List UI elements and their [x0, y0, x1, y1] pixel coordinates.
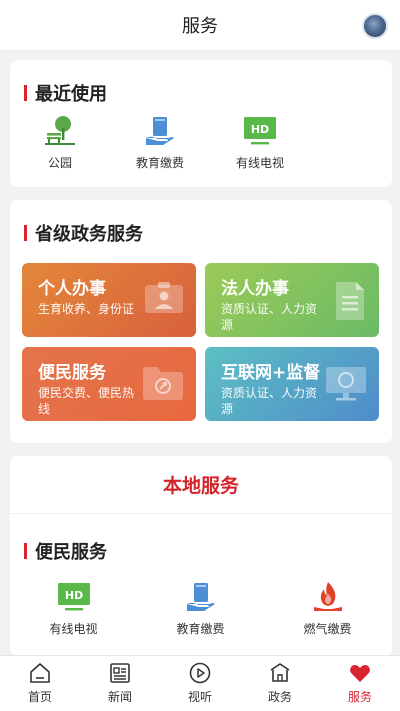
- tile-subtitle: 资质认证、人力资源: [221, 302, 318, 332]
- recent-item-tv[interactable]: HD 有线电视: [210, 114, 310, 171]
- tab-media[interactable]: 视听: [160, 656, 240, 711]
- local-section-title: 便民服务: [35, 542, 107, 563]
- recent-list: 公园 教育缴费 HD 有线电视: [10, 114, 310, 171]
- local-list: HD 有线电视 教育缴费 燃气缴费: [10, 580, 392, 637]
- id-card-icon: [145, 282, 183, 313]
- section-marker: [24, 543, 27, 559]
- local-services-title: 本地服务: [10, 456, 392, 514]
- local-card: 本地服务 便民服务 HD 有线电视 教育缴费 燃气缴费: [10, 456, 392, 656]
- avatar[interactable]: [362, 13, 388, 39]
- top-bar: 服务: [0, 0, 400, 50]
- tab-services[interactable]: 服务: [320, 656, 400, 711]
- book-hand-icon: [146, 117, 174, 145]
- provincial-title: 省级政务服务: [35, 224, 143, 245]
- local-item-label: 燃气缴费: [303, 622, 352, 636]
- section-marker: [24, 225, 27, 241]
- local-item-tv[interactable]: HD 有线电视: [10, 580, 137, 637]
- recent-item-label: 有线电视: [235, 156, 284, 170]
- recent-card: 最近使用 公园 教育缴费 HD 有线电视: [10, 60, 392, 187]
- svg-text:HD: HD: [251, 123, 269, 136]
- news-icon: [110, 663, 130, 683]
- recent-item-park[interactable]: 公园: [10, 114, 110, 171]
- monitor-icon: [326, 367, 366, 401]
- recent-item-label: 教育缴费: [135, 156, 184, 170]
- tile-subtitle: 资质认证、人力资源: [221, 386, 318, 416]
- recent-item-label: 公园: [47, 156, 72, 170]
- folder-icon: [143, 367, 183, 400]
- provincial-header: 省级政务服务: [24, 220, 143, 246]
- local-item-label: 教育缴费: [176, 622, 225, 636]
- bottom-tab-bar: 首页 新闻 视听 政务 服务: [0, 655, 400, 711]
- tile-internet-supervision[interactable]: 互联网+监督 资质认证、人力资源: [205, 347, 379, 421]
- page-title: 服务: [182, 16, 218, 37]
- local-item-gas[interactable]: 燃气缴费: [264, 580, 391, 637]
- government-icon: [270, 663, 290, 682]
- tile-corporate-affairs[interactable]: 法人办事 资质认证、人力资源: [205, 263, 379, 337]
- tile-subtitle: 生育收养、身份证: [38, 302, 135, 316]
- play-icon: [189, 662, 211, 684]
- tv-hd-icon: HD: [57, 583, 90, 611]
- tab-news[interactable]: 新闻: [80, 656, 160, 711]
- tv-hd-icon: HD: [244, 117, 276, 145]
- recent-header: 最近使用: [24, 80, 107, 106]
- document-icon: [336, 282, 364, 320]
- tile-personal-affairs[interactable]: 个人办事 生育收养、身份证: [22, 263, 196, 337]
- tab-label: 视听: [187, 690, 212, 704]
- tab-label: 政务: [267, 690, 292, 704]
- tab-label: 服务: [347, 690, 372, 704]
- book-hand-icon: [186, 583, 215, 611]
- recent-title: 最近使用: [35, 84, 107, 105]
- flame-icon: [313, 582, 342, 611]
- tab-label: 新闻: [107, 690, 132, 704]
- tile-convenience-services[interactable]: 便民服务 便民交费、便民热线: [22, 347, 196, 421]
- tab-home[interactable]: 首页: [0, 656, 80, 711]
- heart-icon: [350, 664, 370, 682]
- section-marker: [24, 85, 27, 101]
- tab-label: 首页: [27, 690, 52, 704]
- local-item-education[interactable]: 教育缴费: [137, 580, 264, 637]
- tab-government[interactable]: 政务: [240, 656, 320, 711]
- recent-item-education[interactable]: 教育缴费: [110, 114, 210, 171]
- local-section-header: 便民服务: [24, 538, 107, 564]
- local-item-label: 有线电视: [49, 622, 98, 636]
- tile-subtitle: 便民交费、便民热线: [38, 386, 135, 416]
- provincial-card: 省级政务服务 个人办事 生育收养、身份证 法人办事 资质认证、人力资源 便民服务…: [10, 200, 392, 443]
- svg-text:HD: HD: [64, 589, 82, 602]
- park-icon: [45, 116, 75, 145]
- home-icon: [30, 663, 50, 683]
